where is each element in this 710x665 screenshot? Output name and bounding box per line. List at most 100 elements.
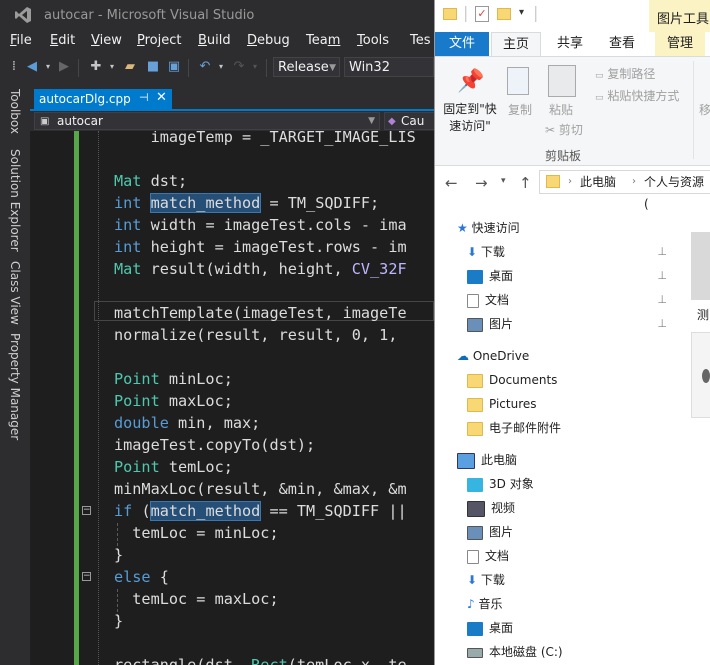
change-tracking-bar xyxy=(74,131,79,665)
pin-to-quick-access-button[interactable]: 固定到"快速访问" xyxy=(439,101,501,135)
menu-test[interactable]: Tes xyxy=(410,33,431,48)
paste-button[interactable]: 粘贴 xyxy=(545,101,577,118)
3d-objects-icon xyxy=(467,477,483,492)
back-arrow-icon[interactable]: ← xyxy=(445,174,458,192)
code-line: temLoc = maxLoc; xyxy=(114,590,279,608)
desktop-icon xyxy=(467,621,483,636)
code-line: Point temLoc; xyxy=(114,458,233,476)
collapse-icon[interactable]: − xyxy=(82,506,91,515)
tab-view[interactable]: 查看 xyxy=(599,32,645,56)
file-thumbnail[interactable] xyxy=(691,332,710,418)
nav-pc-local-disk-c[interactable]: 本地磁盘 (C:) xyxy=(467,640,563,664)
up-arrow-icon[interactable]: ↑ xyxy=(519,174,532,192)
nav-quick-access[interactable]: ★ 快速访问 xyxy=(457,216,520,240)
nav-pc-downloads[interactable]: ⬇ 下载 xyxy=(467,568,505,592)
move-to-button[interactable]: 移 xyxy=(699,101,710,118)
menu-project[interactable]: Project xyxy=(137,33,182,48)
nav-pc-3d-objects[interactable]: 3D 对象 xyxy=(467,472,534,496)
save-all-icon[interactable]: ▣ xyxy=(166,59,182,75)
menu-debug[interactable]: Debug xyxy=(247,33,290,48)
tab-autocardlg-cpp[interactable]: autocarDlg.cpp ⊣ ✕ xyxy=(34,89,172,109)
properties-icon[interactable]: ✓ xyxy=(475,6,489,22)
new-project-icon[interactable]: ✚ xyxy=(88,59,104,75)
undo-dropdown-icon[interactable]: ▾ xyxy=(213,59,229,75)
menu-edit[interactable]: Edit xyxy=(50,33,75,48)
tab-home[interactable]: 主页 xyxy=(491,32,541,56)
paste-shortcut-button[interactable]: ▭ 粘贴快捷方式 xyxy=(595,87,679,104)
nav-onedrive-pictures[interactable]: Pictures xyxy=(467,392,537,416)
back-dropdown-icon[interactable]: ▾ xyxy=(40,59,56,75)
side-tab-property-manager[interactable]: Property Manager xyxy=(8,333,22,440)
tab-share[interactable]: 共享 xyxy=(547,32,593,56)
code-line: else { xyxy=(114,568,169,586)
download-icon: ⬇ xyxy=(467,245,478,259)
address-bar[interactable]: › 此电脑 › 个人与资源 ( xyxy=(539,170,710,211)
paste-icon[interactable] xyxy=(548,65,576,97)
music-icon: ♪ xyxy=(467,597,475,611)
undo-icon[interactable]: ↶ xyxy=(197,59,213,75)
solution-platform-select[interactable]: Win32 xyxy=(344,57,434,77)
code-editor[interactable]: − − imageTemp = _TARGET_IMAGE_LIS Mat ds… xyxy=(30,131,434,665)
recent-locations-icon[interactable]: ▾ xyxy=(501,176,506,186)
navigate-forward-icon[interactable]: ▶ xyxy=(56,59,72,75)
project-scope-select[interactable]: ▣ autocar ▼ xyxy=(34,112,380,130)
vs-title-bar: autocar - Microsoft Visual Studio xyxy=(0,0,434,32)
nav-qa-pictures[interactable]: 图片 ⊥ xyxy=(467,312,667,336)
copy-button[interactable]: 复制 xyxy=(505,101,535,118)
menu-team[interactable]: Team xyxy=(306,33,340,48)
folder-icon xyxy=(467,397,483,412)
file-list[interactable]: 测 xyxy=(687,210,710,665)
navigate-back-icon[interactable]: ◀ xyxy=(24,59,40,75)
code-line: matchTemplate(imageTest, imageTe xyxy=(114,304,407,322)
pin-icon[interactable]: ⊥ xyxy=(657,312,667,336)
copy-path-button[interactable]: ▭ 复制路径 xyxy=(595,65,655,82)
redo-dropdown-icon[interactable]: ▾ xyxy=(247,59,263,75)
save-icon[interactable]: ■ xyxy=(145,59,161,75)
new-folder-icon[interactable] xyxy=(497,8,511,20)
pin-icon[interactable]: ⊥ xyxy=(657,240,667,264)
nav-qa-downloads[interactable]: ⬇ 下载 ⊥ xyxy=(467,240,667,264)
solution-configuration-select[interactable]: Release ▼ xyxy=(273,57,340,77)
redo-icon[interactable]: ↷ xyxy=(231,59,247,75)
breadcrumb-folder[interactable]: 个人与资源 ( xyxy=(644,171,710,215)
nav-pc-pictures[interactable]: 图片 xyxy=(467,520,513,544)
nav-qa-desktop[interactable]: 桌面 ⊥ xyxy=(467,264,667,288)
pin-icon[interactable]: ⊣ xyxy=(139,91,149,104)
pin-icon[interactable]: ⊥ xyxy=(657,288,667,312)
new-dropdown-icon[interactable]: ▾ xyxy=(104,59,120,75)
open-folder-icon[interactable]: ▰ xyxy=(122,59,138,75)
download-icon: ⬇ xyxy=(467,573,478,587)
breadcrumb-this-pc[interactable]: 此电脑 xyxy=(580,171,616,193)
nav-this-pc[interactable]: 此电脑 xyxy=(457,448,517,472)
customize-toolbar-icon[interactable]: ▾ xyxy=(519,7,524,18)
cut-button[interactable]: ✂ 剪切 xyxy=(545,121,583,138)
nav-pc-music[interactable]: ♪ 音乐 xyxy=(467,592,503,616)
nav-pc-videos[interactable]: 视频 xyxy=(467,496,515,520)
forward-arrow-icon[interactable]: → xyxy=(475,174,488,192)
nav-onedrive-email-attachments[interactable]: 电子邮件附件 xyxy=(467,416,561,440)
pin-icon[interactable]: ⊥ xyxy=(657,264,667,288)
menu-file[interactable]: File xyxy=(10,33,32,48)
tab-manage[interactable]: 管理 xyxy=(655,32,705,56)
side-tab-solution-explorer[interactable]: Solution Explorer xyxy=(8,149,22,252)
code-line: int match_method = TM_SQDIFF; xyxy=(114,193,380,213)
nav-qa-documents[interactable]: 文档 ⊥ xyxy=(467,288,667,312)
copy-icon[interactable] xyxy=(507,67,529,95)
window-title: autocar - Microsoft Visual Studio xyxy=(44,8,255,23)
nav-pc-documents[interactable]: 文档 xyxy=(467,544,509,568)
menu-build[interactable]: Build xyxy=(198,33,231,48)
collapse-icon[interactable]: − xyxy=(82,572,91,581)
address-row: ← → ▾ ↑ › 此电脑 › 个人与资源 ( xyxy=(435,167,710,211)
nav-onedrive[interactable]: ☁ OneDrive xyxy=(457,344,529,368)
pin-to-quick-access-icon[interactable]: 📌 xyxy=(457,69,484,94)
menu-view[interactable]: View xyxy=(91,33,122,48)
side-tab-class-view[interactable]: Class View xyxy=(8,261,22,325)
nav-onedrive-documents[interactable]: Documents xyxy=(467,368,557,392)
nav-pc-desktop[interactable]: 桌面 xyxy=(467,616,513,640)
menu-tools[interactable]: Tools xyxy=(357,33,389,48)
close-icon[interactable]: ✕ xyxy=(156,90,167,105)
side-tab-toolbox[interactable]: Toolbox xyxy=(8,89,22,134)
file-thumbnail[interactable] xyxy=(691,232,710,300)
tab-file[interactable]: 文件 xyxy=(435,32,489,56)
side-tool-strip: Toolbox Solution Explorer Class View Pro… xyxy=(0,85,30,665)
